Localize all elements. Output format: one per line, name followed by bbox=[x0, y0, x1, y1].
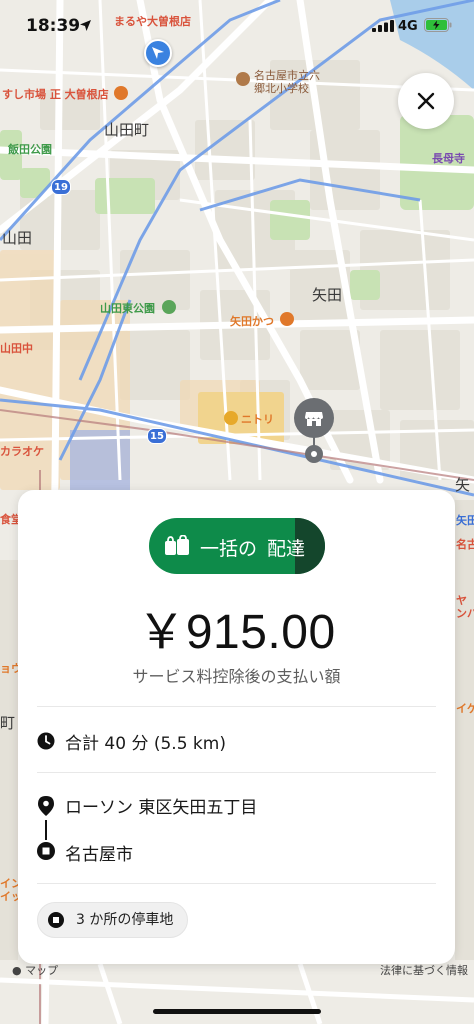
location-services-icon bbox=[80, 20, 91, 31]
batch-delivery-pill[interactable]: 一括の 配達 bbox=[149, 518, 325, 574]
pickup-location: ローソン 東区矢田五丁目 bbox=[65, 798, 258, 818]
map-poi-label: 名古屋市立六 郷北小学校 bbox=[254, 69, 320, 95]
status-bar: 18:39 4G bbox=[0, 0, 474, 50]
square-stop-icon bbox=[48, 912, 64, 928]
store-marker-icon[interactable] bbox=[294, 398, 334, 438]
restaurant-icon bbox=[280, 312, 294, 326]
map-poi-label: カラオケ bbox=[0, 445, 44, 458]
trip-duration: 合計 40 分 (5.5 km) bbox=[65, 734, 226, 754]
shopping-icon bbox=[224, 411, 238, 425]
map-area-label: 山田 bbox=[2, 229, 33, 247]
fare-subtitle: サービス料控除後の支払い額 bbox=[132, 667, 341, 686]
map-area-label: 矢田 bbox=[312, 286, 343, 304]
map-poi-label: 長母寺 bbox=[432, 152, 465, 165]
map-poi-label: 名古 bbox=[456, 538, 474, 551]
location-pin-icon bbox=[38, 796, 54, 816]
map-poi-label: 矢田 bbox=[456, 514, 474, 527]
route-badge: 19 bbox=[51, 179, 71, 195]
close-button[interactable] bbox=[398, 73, 454, 129]
dropoff-location: 名古屋市 bbox=[65, 845, 133, 865]
legal-link[interactable]: 法律に基づく情報 bbox=[380, 962, 468, 978]
school-icon bbox=[236, 72, 250, 86]
pill-label-part2: 配達 bbox=[267, 538, 306, 560]
trip-offer-sheet: 一括の 配達 ￥915.00 サービス料控除後の支払い額 合計 40 分 (5.… bbox=[18, 490, 455, 964]
route-badge: 15 bbox=[147, 428, 167, 444]
map-poi-label: ニトリ bbox=[241, 413, 274, 426]
map-poi-label: イゲ bbox=[456, 702, 474, 715]
map-poi-label: 山田中 bbox=[0, 342, 33, 355]
map-area-label: 矢 bbox=[455, 476, 471, 494]
map-area-label: 山田町 bbox=[104, 121, 150, 139]
apple-logo-icon: ● bbox=[12, 964, 22, 977]
pill-label-part1: 一括の bbox=[200, 538, 258, 560]
clock-icon bbox=[37, 732, 55, 750]
status-time: 18:39 bbox=[26, 16, 81, 36]
home-indicator[interactable] bbox=[153, 1009, 321, 1014]
park-icon bbox=[162, 300, 176, 314]
stops-count-label: 3 か所の停車地 bbox=[76, 912, 174, 928]
maps-attribution: ● マップ bbox=[12, 962, 58, 978]
divider bbox=[37, 772, 436, 773]
map-poi-label: ヤ ンバ bbox=[456, 594, 474, 620]
divider bbox=[37, 706, 436, 707]
map-poi-label: 矢田かつ bbox=[230, 315, 274, 328]
stops-count-chip[interactable]: 3 か所の停車地 bbox=[37, 902, 189, 938]
map-poi-label: 山田東公園 bbox=[100, 302, 155, 315]
fare-amount: ￥915.00 bbox=[137, 606, 336, 659]
batch-bags-icon bbox=[165, 535, 189, 555]
close-icon bbox=[417, 92, 435, 110]
network-type: 4G bbox=[398, 19, 418, 34]
battery-charging-icon bbox=[424, 18, 452, 32]
map-poi-label: すし市場 正 大曽根店 bbox=[2, 88, 109, 101]
map-poi-label: 飯田公園 bbox=[8, 143, 52, 156]
map-area-label: 町 bbox=[0, 714, 16, 732]
pickup-location-dot bbox=[305, 445, 323, 463]
maps-brand-label: マップ bbox=[25, 964, 59, 977]
route-connector-line bbox=[45, 820, 47, 840]
square-stop-icon bbox=[37, 842, 55, 860]
cellular-signal-icon bbox=[372, 20, 394, 32]
divider bbox=[37, 883, 436, 884]
restaurant-icon bbox=[114, 86, 128, 100]
